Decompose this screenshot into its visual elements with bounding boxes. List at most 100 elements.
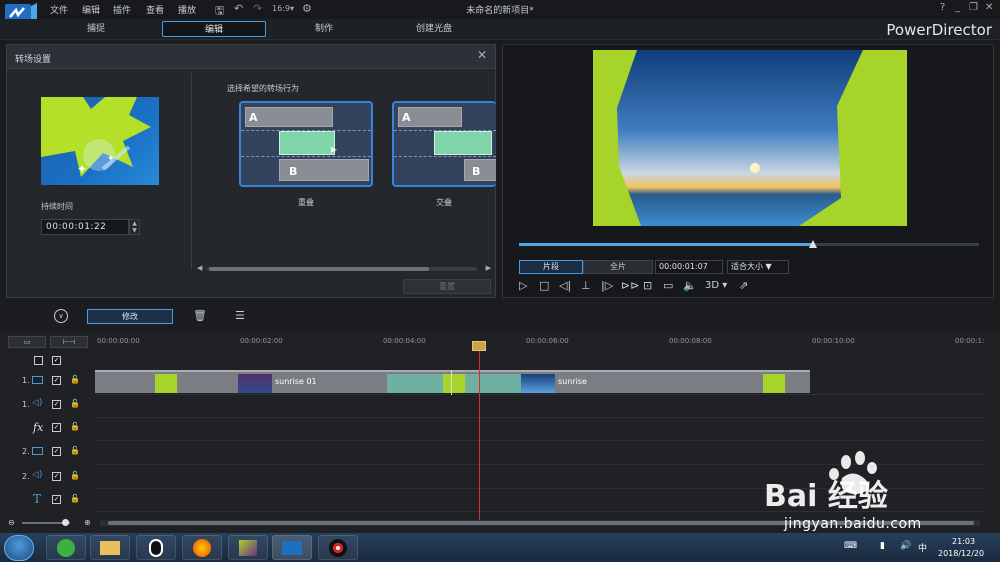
clip-b-label: B: [472, 165, 481, 178]
video-app-icon[interactable]: [228, 535, 268, 560]
undock-icon[interactable]: ⇗: [739, 279, 748, 292]
settings-gear-icon[interactable]: ⚙: [302, 2, 312, 15]
prev-frame-icon[interactable]: ◁|: [559, 279, 571, 292]
clock-date[interactable]: 2018/12/20: [938, 549, 984, 558]
playhead-handle[interactable]: [472, 341, 486, 351]
play-icon[interactable]: ▷: [519, 279, 527, 292]
input-method-icon[interactable]: 中: [918, 541, 927, 554]
menu-view[interactable]: 查看: [146, 3, 164, 16]
track-enable-checkbox[interactable]: ✓: [52, 376, 61, 385]
snapshot-icon[interactable]: ⊡: [643, 279, 652, 292]
tab-create-disc[interactable]: 创建光盘: [382, 21, 486, 37]
track-enable-checkbox[interactable]: ✓: [52, 400, 61, 409]
lock-icon[interactable]: 🔓: [70, 471, 80, 480]
clip-b-label: B: [289, 165, 298, 178]
tab-edit[interactable]: 编辑: [162, 21, 266, 37]
clock-time[interactable]: 21:03: [952, 537, 975, 546]
cursor-icon: ➤: [329, 145, 338, 156]
behavior-label: 选择希望的转场行为: [227, 84, 299, 93]
panel-title: 转场设置: [15, 55, 52, 65]
clip-name: sunrise 01: [275, 377, 317, 386]
powerdirector-taskbar-icon[interactable]: [272, 535, 312, 560]
restore-button[interactable]: ❐: [969, 2, 978, 13]
properties-icon[interactable]: ☰: [235, 309, 245, 322]
3d-button[interactable]: 3D ▾: [705, 280, 727, 291]
next-frame-icon[interactable]: |▷: [601, 279, 613, 292]
transition-marker[interactable]: [155, 374, 177, 393]
overlap-option-card[interactable]: A B ➤: [239, 101, 373, 187]
track-enable-checkbox[interactable]: ✓: [52, 447, 61, 456]
track-number: 2.: [22, 447, 30, 456]
ruler-tick: 00:00:06:00: [526, 337, 569, 345]
lock-icon[interactable]: 🔓: [70, 399, 80, 408]
watermark-logo-text: Bai 经验: [764, 479, 888, 514]
clip-name: sunrise: [558, 377, 587, 386]
svg-text:✦: ✦: [107, 154, 115, 164]
options-scrollbar[interactable]: ◀ ▶: [197, 264, 493, 273]
menu-play[interactable]: 播放: [178, 3, 196, 16]
cross-option-card[interactable]: A B: [392, 101, 496, 187]
firefox-icon[interactable]: [182, 535, 222, 560]
modify-button[interactable]: 修改: [87, 309, 173, 324]
fit-timeline-icon[interactable]: ⊢⊣: [50, 336, 88, 348]
fast-forward-icon[interactable]: ⊳⊳: [621, 279, 639, 292]
start-button[interactable]: [4, 535, 34, 561]
aspect-ratio-icon[interactable]: 16:9▾: [272, 4, 294, 13]
zoom-out-icon[interactable]: ⊖: [8, 518, 15, 527]
track-enable-checkbox[interactable]: ✓: [52, 495, 61, 504]
duration-spinner[interactable]: ▲ ▼: [129, 219, 140, 235]
star-transition-icon: ✦ ✦: [41, 97, 151, 177]
panel-close-icon[interactable]: ✕: [477, 48, 487, 62]
timecode-display[interactable]: 00:00:01:07: [655, 260, 723, 274]
subtitle-icon[interactable]: ▭: [663, 279, 673, 292]
video-clip[interactable]: sunrise 01 sunrise: [95, 370, 810, 395]
file-explorer-icon[interactable]: [90, 535, 130, 560]
chevron-down-icon[interactable]: ∨: [54, 309, 68, 323]
fx-track-icon: fx: [33, 421, 44, 434]
panel-header: [7, 45, 495, 69]
tab-capture[interactable]: 捕捉: [44, 21, 148, 37]
title-track-icon: T: [33, 492, 42, 506]
volume-tray-icon[interactable]: 🔊: [900, 541, 911, 551]
powerdirector-window: 文件 编辑 插件 查看 播放 🖫 ↶ ↷ 16:9▾ ⚙ 未命名的新项目* ? …: [0, 0, 1000, 562]
menu-edit[interactable]: 编辑: [82, 3, 100, 16]
undo-icon[interactable]: ↶: [234, 2, 243, 15]
tab-produce[interactable]: 制作: [272, 21, 376, 37]
fit-size-dropdown[interactable]: 适合大小 ▼: [727, 260, 789, 274]
volume-icon[interactable]: 🔈: [683, 279, 697, 292]
redo-icon[interactable]: ↷: [253, 2, 262, 15]
duration-input[interactable]: 00:00:01:22: [41, 219, 129, 235]
close-button[interactable]: ✕: [985, 2, 993, 13]
movie-mode-button[interactable]: 全片: [583, 260, 653, 274]
track-enable-checkbox[interactable]: ✓: [52, 472, 61, 481]
clip-mode-button[interactable]: 片段: [519, 260, 583, 274]
network-icon[interactable]: ▮: [880, 541, 885, 551]
minimize-button[interactable]: _: [955, 2, 960, 13]
transition-marker[interactable]: [443, 374, 465, 393]
zoom-slider-knob[interactable]: [62, 519, 69, 526]
lock-icon[interactable]: 🔓: [70, 446, 80, 455]
lock-icon[interactable]: 🔓: [70, 375, 80, 384]
zoom-in-icon[interactable]: ⊕: [84, 518, 91, 527]
track-enable-checkbox[interactable]: ✓: [52, 423, 61, 432]
lock-icon[interactable]: 🔓: [70, 494, 80, 503]
recorder-icon[interactable]: [318, 535, 358, 560]
menu-file[interactable]: 文件: [50, 3, 68, 16]
scrubber-knob[interactable]: [809, 240, 817, 248]
app-360-icon[interactable]: [46, 535, 86, 560]
help-button[interactable]: ?: [940, 2, 945, 13]
all-tracks-enable-checkbox[interactable]: ✓: [52, 356, 61, 365]
preview-frame: [593, 50, 907, 226]
transition-marker[interactable]: [763, 374, 785, 393]
stop-icon[interactable]: □: [539, 279, 549, 292]
qq-icon[interactable]: [136, 535, 176, 560]
track-manager-icon[interactable]: ▭: [8, 336, 46, 348]
reset-button[interactable]: 重置: [403, 279, 491, 294]
menu-plugin[interactable]: 插件: [113, 3, 131, 16]
trash-icon[interactable]: 🗑: [193, 309, 207, 322]
split-icon[interactable]: ⊥: [581, 279, 591, 292]
all-tracks-checkbox[interactable]: [34, 356, 43, 365]
keyboard-icon[interactable]: ⌨: [844, 541, 857, 551]
lock-icon[interactable]: 🔓: [70, 422, 80, 431]
clip-a-label: A: [249, 111, 258, 124]
